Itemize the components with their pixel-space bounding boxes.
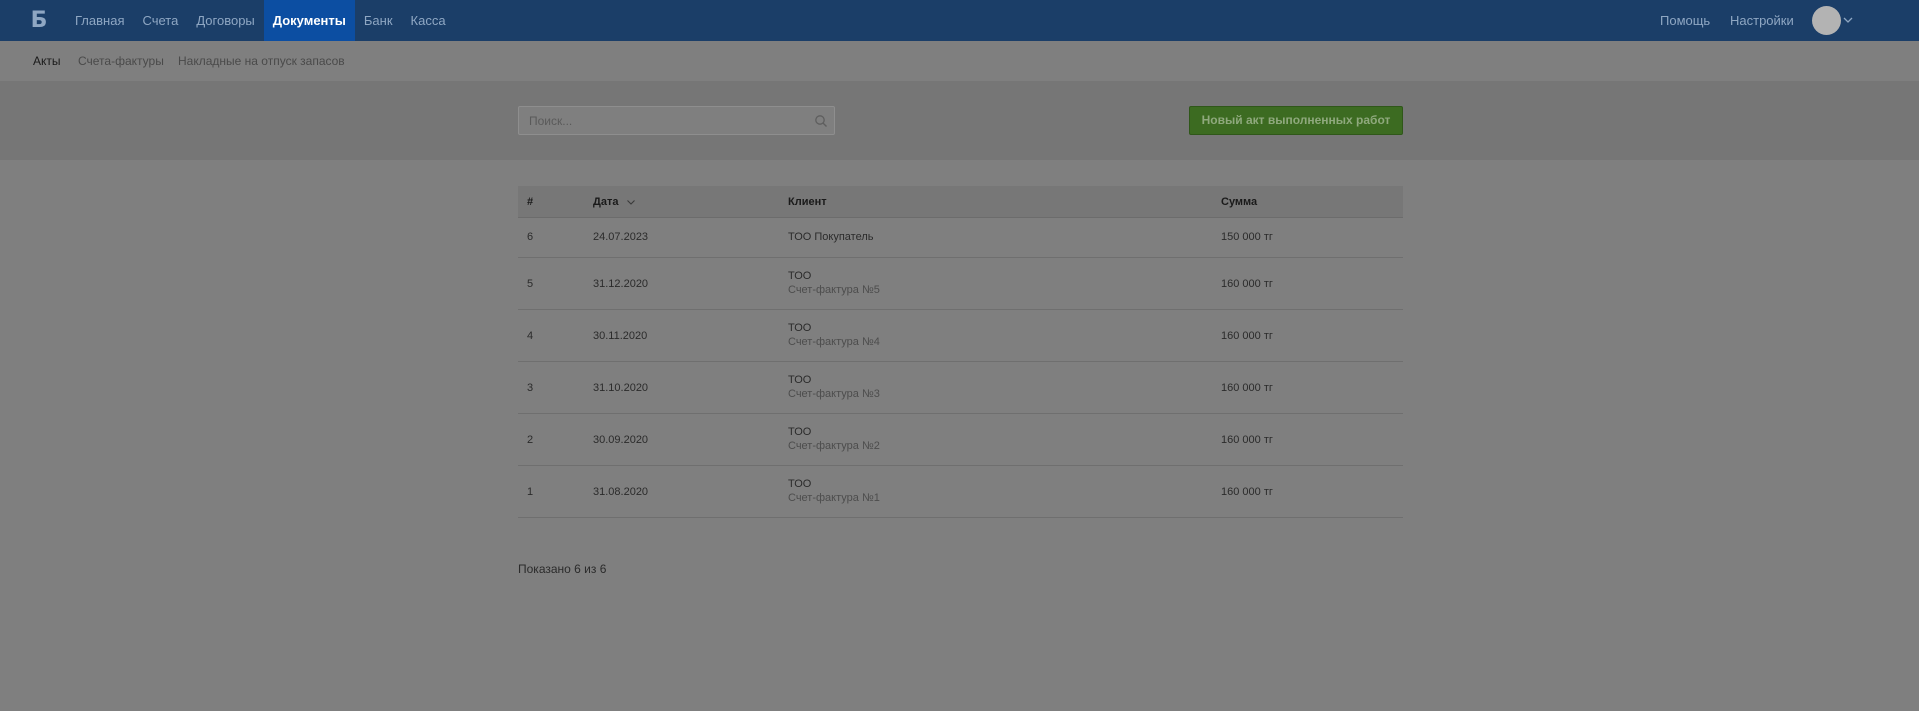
- chevron-down-icon: [626, 200, 635, 205]
- row-client[interactable]: ТОО Покупатель: [788, 231, 874, 243]
- subnav-item-invoices[interactable]: Счета-фактуры: [78, 41, 164, 81]
- row-client[interactable]: ТОО Счет-фактура №3: [788, 374, 880, 400]
- row-sum: 160 000 тг: [1221, 382, 1273, 394]
- search-icon[interactable]: [814, 114, 828, 128]
- acts-table: # Дата Клиент Сумма 6 24.07.2023 ТОО Пок…: [518, 186, 1403, 518]
- app-logo[interactable]: Б: [29, 8, 49, 34]
- results-count: Показано 6 из 6: [518, 562, 607, 576]
- row-date: 31.12.2020: [593, 278, 649, 290]
- search-input[interactable]: [529, 107, 799, 134]
- row-number: 5: [527, 278, 534, 290]
- row-sum: 150 000 тг: [1221, 231, 1273, 243]
- sub-navigation: Акты Счета-фактуры Накладные на отпуск з…: [0, 41, 1919, 81]
- row-client[interactable]: ТОО Счет-фактура №2: [788, 426, 880, 452]
- table-row[interactable]: 3 31.10.2020 ТОО Счет-фактура №3 160 000…: [518, 362, 1403, 414]
- row-client-invoice: Счет-фактура №5: [788, 284, 880, 296]
- row-sum: 160 000 тг: [1221, 486, 1273, 498]
- row-sum: 160 000 тг: [1221, 330, 1273, 342]
- nav-item-contracts[interactable]: Договоры: [187, 0, 263, 41]
- row-number: 1: [527, 486, 534, 498]
- settings-link[interactable]: Настройки: [1730, 0, 1794, 41]
- nav-item-bank[interactable]: Банк: [355, 0, 402, 41]
- row-number: 2: [527, 434, 534, 446]
- table-row[interactable]: 2 30.09.2020 ТОО Счет-фактура №2 160 000…: [518, 414, 1403, 466]
- column-header-date-label: Дата: [593, 196, 619, 208]
- row-client-name: ТОО: [788, 322, 812, 334]
- table-row[interactable]: 6 24.07.2023 ТОО Покупатель 150 000 тг: [518, 218, 1403, 258]
- row-number: 4: [527, 330, 534, 342]
- main-nav: Главная Счета Договоры Документы Банк Ка…: [66, 0, 455, 41]
- row-client-name: ТОО: [788, 426, 812, 438]
- top-navigation-bar: Б Главная Счета Договоры Документы Банк …: [0, 0, 1919, 41]
- row-client[interactable]: ТОО Счет-фактура №5: [788, 270, 880, 296]
- row-client-invoice: Счет-фактура №2: [788, 440, 880, 452]
- row-date: 30.09.2020: [593, 434, 649, 446]
- row-date: 30.11.2020: [593, 330, 648, 342]
- table-row[interactable]: 1 31.08.2020 ТОО Счет-фактура №1 160 000…: [518, 466, 1403, 518]
- column-header-client[interactable]: Клиент: [788, 186, 827, 218]
- row-sum: 160 000 тг: [1221, 278, 1273, 290]
- row-client[interactable]: ТОО Счет-фактура №1: [788, 478, 880, 504]
- row-date: 31.10.2020: [593, 382, 649, 394]
- row-client-invoice: Счет-фактура №1: [788, 492, 880, 504]
- row-client[interactable]: ТОО Счет-фактура №4: [788, 322, 880, 348]
- row-date: 31.08.2020: [593, 486, 649, 498]
- row-client-name: ТОО: [788, 374, 812, 386]
- subnav-item-acts[interactable]: Акты: [33, 41, 61, 81]
- nav-item-home[interactable]: Главная: [66, 0, 133, 41]
- search-box: [518, 106, 835, 135]
- nav-item-documents[interactable]: Документы: [263, 0, 355, 41]
- subnav-item-waybills[interactable]: Накладные на отпуск запасов: [178, 41, 345, 81]
- toolbar: [0, 81, 1919, 160]
- row-number: 3: [527, 382, 534, 394]
- column-header-number[interactable]: #: [527, 186, 533, 218]
- nav-item-invoices[interactable]: Счета: [133, 0, 187, 41]
- row-client-name: ТОО: [788, 270, 812, 282]
- user-avatar[interactable]: [1812, 6, 1841, 35]
- row-date: 24.07.2023: [593, 231, 649, 243]
- chevron-down-icon[interactable]: [1842, 14, 1854, 26]
- column-header-sum[interactable]: Сумма: [1221, 186, 1257, 218]
- row-sum: 160 000 тг: [1221, 434, 1273, 446]
- row-number: 6: [527, 231, 534, 243]
- help-link[interactable]: Помощь: [1660, 0, 1710, 41]
- new-act-button[interactable]: Новый акт выполненных работ: [1189, 106, 1403, 135]
- row-client-invoice: Счет-фактура №4: [788, 336, 880, 348]
- column-header-date[interactable]: Дата: [593, 186, 636, 218]
- table-header: # Дата Клиент Сумма: [518, 186, 1403, 218]
- nav-item-cash[interactable]: Касса: [402, 0, 455, 41]
- row-client-name: ТОО: [788, 478, 812, 490]
- table-row[interactable]: 4 30.11.2020 ТОО Счет-фактура №4 160 000…: [518, 310, 1403, 362]
- row-client-invoice: Счет-фактура №3: [788, 388, 880, 400]
- table-row[interactable]: 5 31.12.2020 ТОО Счет-фактура №5 160 000…: [518, 258, 1403, 310]
